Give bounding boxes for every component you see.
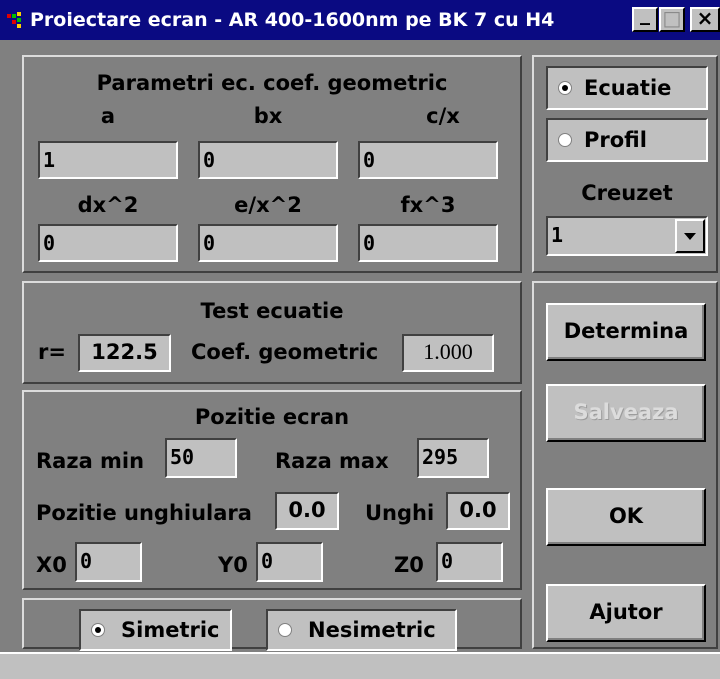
window-title: Proiectare ecran - AR 400-1600nm pe BK 7… <box>30 9 555 31</box>
radio-nesimetric-label: Nesimetric <box>308 618 436 642</box>
creuzet-dropdown-button[interactable] <box>675 219 705 253</box>
param-fx3-input[interactable]: 0 <box>358 224 498 262</box>
z0-input[interactable]: 0 <box>436 542 503 582</box>
maximize-button[interactable]: □ <box>659 7 685 32</box>
raza-min-label: Raza min <box>36 449 145 473</box>
radio-ecuatie-dot <box>558 81 572 95</box>
param-fx3-label: fx^3 <box>400 193 456 217</box>
unghi-label: Unghi <box>365 501 435 525</box>
radio-profil[interactable]: Profil <box>546 118 708 162</box>
x0-label: X0 <box>36 553 67 577</box>
param-a-label: a <box>100 104 116 128</box>
param-dx2-value: 0 <box>43 231 56 255</box>
y0-label: Y0 <box>218 553 248 577</box>
param-dx2-input[interactable]: 0 <box>38 224 178 262</box>
pozitie-ecran-heading: Pozitie ecran <box>194 405 350 429</box>
dialog-bottom-edge <box>0 652 720 679</box>
creuzet-value: 1 <box>551 223 564 247</box>
param-cx-label: c/x <box>426 104 460 128</box>
radio-profil-dot <box>558 133 572 147</box>
raza-max-input[interactable]: 295 <box>417 438 489 478</box>
z0-value: 0 <box>441 549 454 573</box>
salveaza-button[interactable]: Salveaza <box>546 384 706 442</box>
minimize-icon: _ <box>640 1 650 25</box>
app-icon[interactable] <box>7 12 25 28</box>
ok-button[interactable]: OK <box>546 488 706 546</box>
raza-min-value: 50 <box>170 445 195 469</box>
unghi-value: 0.0 <box>446 492 510 530</box>
param-fx3-value: 0 <box>363 231 376 255</box>
close-icon: × <box>696 6 714 30</box>
param-bx-label: bx <box>253 104 283 128</box>
geometric-params-heading: Parametri ec. coef. geometric <box>96 71 448 95</box>
param-ex2-label: e/x^2 <box>234 193 302 217</box>
raza-max-label: Raza max <box>275 449 389 473</box>
x0-input[interactable]: 0 <box>75 542 142 582</box>
param-bx-input[interactable]: 0 <box>198 141 338 179</box>
radio-nesimetric-dot <box>278 623 292 637</box>
minimize-button[interactable]: _ <box>632 3 658 32</box>
param-dx2-label: dx^2 <box>77 193 139 217</box>
pozitie-unghiulara-label: Pozitie unghiulara <box>36 501 252 525</box>
radio-ecuatie-label: Ecuatie <box>584 76 672 100</box>
pozitie-unghiulara-value: 0.0 <box>275 492 339 530</box>
y0-value: 0 <box>261 549 274 573</box>
param-a-input[interactable]: 1 <box>38 141 178 179</box>
ajutor-button[interactable]: Ajutor <box>546 584 706 642</box>
radio-simetric-dot <box>91 623 105 637</box>
x0-value: 0 <box>80 549 93 573</box>
title-bar[interactable]: Proiectare ecran - AR 400-1600nm pe BK 7… <box>0 0 720 40</box>
radio-profil-label: Profil <box>584 128 647 152</box>
r-label: r= <box>38 340 66 364</box>
coef-geometric-value: 1.000 <box>402 334 494 372</box>
creuzet-label: Creuzet <box>581 181 673 205</box>
coef-geometric-label: Coef. geometric <box>191 340 379 364</box>
param-cx-input[interactable]: 0 <box>358 141 498 179</box>
chevron-down-icon <box>684 233 696 240</box>
raza-max-value: 295 <box>422 445 459 469</box>
param-bx-value: 0 <box>203 148 216 172</box>
radio-simetric[interactable]: Simetric <box>79 609 232 651</box>
param-cx-value: 0 <box>363 148 376 172</box>
param-ex2-value: 0 <box>203 231 216 255</box>
z0-label: Z0 <box>394 553 424 577</box>
determina-button[interactable]: Determina <box>546 303 706 361</box>
radio-nesimetric[interactable]: Nesimetric <box>266 609 457 651</box>
param-a-value: 1 <box>43 148 56 172</box>
param-ex2-input[interactable]: 0 <box>198 224 338 262</box>
close-button[interactable]: × <box>690 7 720 32</box>
test-ecuatie-heading: Test ecuatie <box>200 299 344 323</box>
raza-min-input[interactable]: 50 <box>165 438 237 478</box>
y0-input[interactable]: 0 <box>256 542 323 582</box>
radio-simetric-label: Simetric <box>121 618 220 642</box>
maximize-icon: □ <box>662 6 682 30</box>
radio-ecuatie[interactable]: Ecuatie <box>546 66 708 110</box>
r-value: 122.5 <box>78 334 171 372</box>
